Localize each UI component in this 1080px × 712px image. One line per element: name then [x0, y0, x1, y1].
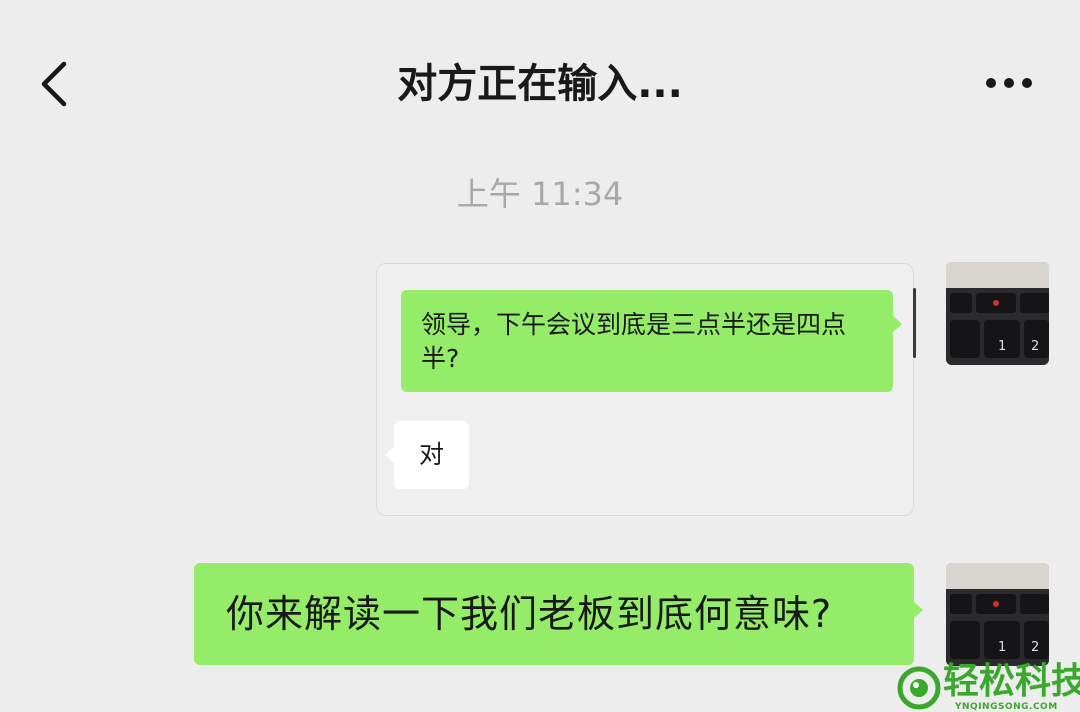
svg-text:2: 2: [1031, 640, 1039, 655]
quoted-message-leader[interactable]: 领导，下午会议到底是三点半还是四点半?: [401, 290, 902, 392]
keyboard-photo-icon: 1 2: [946, 563, 1049, 666]
svg-text:1: 1: [998, 339, 1006, 354]
chat-header: 对方正在输入...: [0, 0, 1080, 160]
keyboard-photo-icon: 1 2: [946, 262, 1049, 365]
avatar[interactable]: 1 2: [946, 262, 1049, 365]
card-edge-divider: [913, 288, 916, 358]
eye-logo-icon: [897, 666, 941, 710]
watermark-title: 轻松科技: [943, 661, 1080, 702]
watermark-subtitle: YNQINGSONG.COM: [955, 702, 1058, 712]
chat-title: 对方正在输入...: [397, 61, 683, 107]
svg-text:1: 1: [998, 640, 1006, 655]
svg-text:2: 2: [1031, 339, 1039, 354]
ellipsis-icon: [986, 78, 1032, 88]
quoted-messages-card[interactable]: 领导，下午会议到底是三点半还是四点半? 对: [376, 263, 916, 516]
watermark: 轻松科技 YNQINGSONG.COM: [893, 661, 1080, 712]
more-button[interactable]: [980, 66, 1038, 100]
avatar[interactable]: 1 2: [946, 563, 1049, 666]
sent-message-bubble[interactable]: 你来解读一下我们老板到底何意味?: [194, 563, 923, 665]
quoted-message-reply[interactable]: 对: [385, 421, 469, 489]
message-timestamp: 上午 11:34: [456, 175, 624, 213]
